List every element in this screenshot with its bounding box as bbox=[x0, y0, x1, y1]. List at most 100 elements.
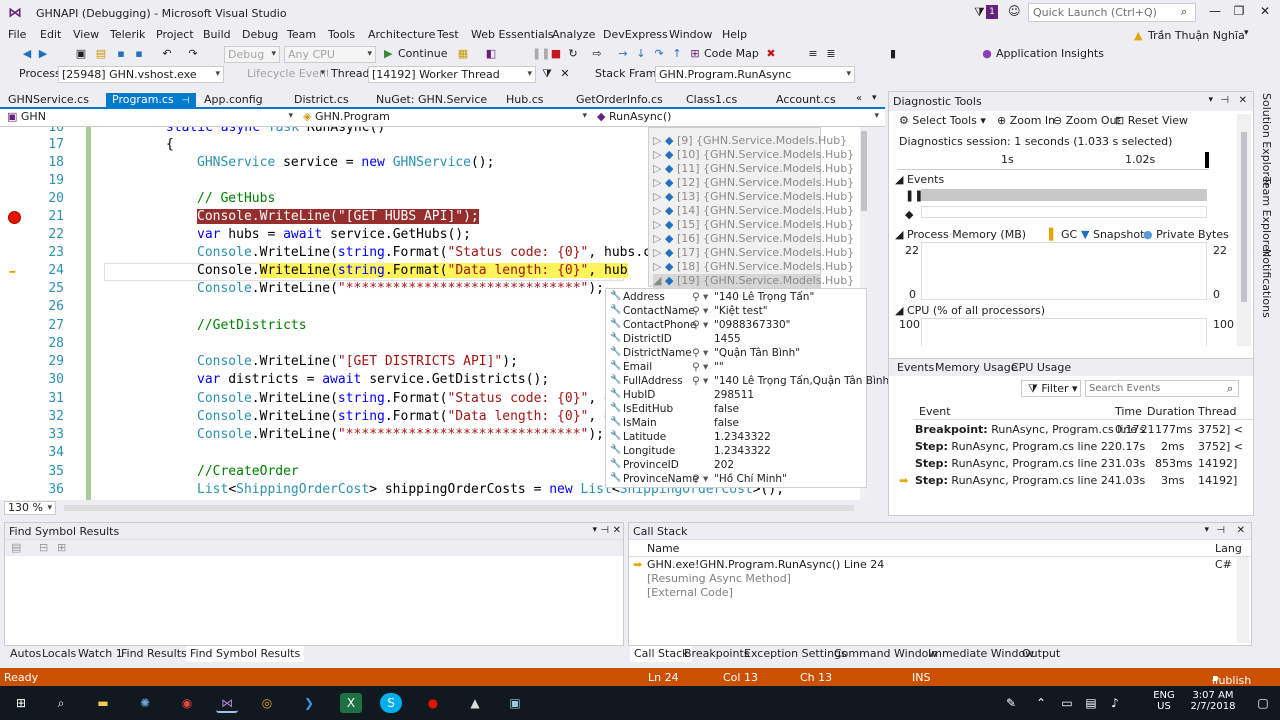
step-into-icon[interactable]: ↓ bbox=[634, 46, 648, 62]
datatip-row[interactable]: ▷ ◆ [9] {GHN.Service.Models.Hub} bbox=[653, 134, 847, 148]
tab-dropdown-icon[interactable]: ▾ bbox=[872, 93, 877, 103]
tab-memory-usage[interactable]: Memory Usage bbox=[935, 361, 1018, 374]
column-event[interactable]: Event bbox=[919, 405, 951, 418]
back-icon[interactable]: ◀ bbox=[20, 46, 34, 62]
pin-icon[interactable]: ⊣ bbox=[182, 96, 190, 106]
breakpoint-icon[interactable]: ✖ bbox=[764, 46, 778, 62]
expand-all-icon[interactable]: ⊞ bbox=[57, 541, 66, 554]
property-row[interactable]: 🔧 DistrictName ⚲ ▾ "Quận Tân Bình" bbox=[606, 347, 866, 361]
save-all-icon[interactable]: ▪ bbox=[132, 46, 146, 62]
record-icon[interactable]: ● bbox=[422, 693, 444, 713]
property-row[interactable]: 🔧 ProvinceID 202 bbox=[606, 459, 866, 473]
magnifier-icon[interactable]: ⚲ ▾ bbox=[692, 319, 708, 331]
cpu-section-header[interactable]: ◢ CPU (% of all processors) bbox=[895, 304, 1045, 317]
table-row[interactable]: ➡ Step: RunAsync, Program.cs line 24 1.0… bbox=[889, 473, 1253, 489]
app-icon[interactable]: ▣ bbox=[504, 693, 526, 713]
datatip-row[interactable]: ▷ ◆ [12] {GHN.Service.Models.Hub} bbox=[653, 176, 854, 190]
volume-icon[interactable]: ♪ bbox=[1104, 693, 1126, 713]
filter-icon[interactable]: ⧩ bbox=[540, 66, 554, 82]
stop-icon[interactable]: ■ bbox=[549, 46, 563, 62]
property-row[interactable]: 🔧 Latitude 1.2343322 bbox=[606, 431, 866, 445]
tab-district-cs[interactable]: District.cs bbox=[288, 93, 370, 109]
action-center-icon[interactable]: ▢ bbox=[1252, 693, 1274, 713]
excel-icon[interactable]: X bbox=[340, 693, 362, 713]
platform-select[interactable]: Any CPU bbox=[284, 46, 376, 63]
property-row[interactable]: 🔧 IsEditHub false bbox=[606, 403, 866, 417]
tab-team-explorer[interactable]: Team Explorer bbox=[1260, 177, 1273, 255]
pin-icon[interactable]: ⊣ bbox=[600, 525, 609, 536]
vscode-icon[interactable]: ❯ bbox=[298, 693, 320, 713]
new-project-icon[interactable]: ▣ bbox=[74, 46, 88, 62]
magnifier-icon[interactable]: ⚲ ▾ bbox=[692, 291, 708, 303]
chevron-down-icon[interactable]: ▾ bbox=[1208, 95, 1213, 105]
menu-devexpress[interactable]: DevExpress bbox=[603, 28, 668, 41]
memory-graph[interactable] bbox=[921, 242, 1207, 300]
redo-icon[interactable]: ↷ bbox=[186, 46, 200, 62]
property-row[interactable]: 🔧 ContactPhone ⚲ ▾ "0988367330" bbox=[606, 319, 866, 333]
datatip-row[interactable]: ▷ ◆ [15] {GHN.Service.Models.Hub} bbox=[653, 218, 854, 232]
datatip-row[interactable]: ▷ ◆ [14] {GHN.Service.Models.Hub} bbox=[653, 204, 854, 218]
menu-project[interactable]: Project bbox=[156, 28, 194, 41]
list-view-icon[interactable]: ▤ bbox=[11, 541, 21, 554]
tab-solution-explorer[interactable]: Solution Explorer bbox=[1260, 93, 1273, 187]
open-file-icon[interactable]: ▤ bbox=[94, 46, 108, 62]
collapse-all-icon[interactable]: ⊟ bbox=[39, 541, 48, 554]
table-row[interactable]: Step: RunAsync, Program.cs line 22 0.17s… bbox=[889, 439, 1253, 455]
class-select[interactable]: ◈ GHN.Program bbox=[300, 109, 590, 126]
app-icon[interactable]: ✺ bbox=[134, 693, 156, 713]
bookmark-icon[interactable]: ▮ bbox=[886, 46, 900, 62]
datatip-hubs-list[interactable]: ▷ ◆ [9] {GHN.Service.Models.Hub} ▷ ◆ [10… bbox=[648, 127, 854, 288]
close-icon[interactable]: ✕ bbox=[1239, 95, 1247, 106]
pin-icon[interactable]: ⊣ bbox=[1220, 95, 1229, 106]
user-account[interactable]: Trần Thuận Nghĩa bbox=[1148, 29, 1245, 42]
select-tools-button[interactable]: ⚙ Select Tools ▾ bbox=[899, 114, 986, 127]
table-row[interactable]: Breakpoint: RunAsync, Program.cs line 21… bbox=[889, 422, 1253, 438]
tab-account-cs[interactable]: Account.cs bbox=[770, 93, 850, 109]
datatip-row[interactable]: ▷ ◆ [17] {GHN.Service.Models.Hub} bbox=[653, 246, 854, 260]
code-map-button[interactable]: Code Map bbox=[704, 46, 759, 62]
menu-file[interactable]: File bbox=[8, 28, 26, 41]
property-row[interactable]: 🔧 Email ⚲ ▾ "" bbox=[606, 361, 866, 375]
app-icon[interactable]: ◎ bbox=[256, 693, 278, 713]
windows-start-icon[interactable]: ⊞ bbox=[10, 693, 32, 713]
zoom-out-button[interactable]: ⊖ Zoom Out bbox=[1053, 114, 1121, 127]
menu-team[interactable]: Team bbox=[287, 28, 316, 41]
menu-tools[interactable]: Tools bbox=[328, 28, 355, 41]
magnifier-icon[interactable]: ⚲ ▾ bbox=[692, 305, 708, 317]
scrollbar-thumb[interactable] bbox=[1241, 132, 1247, 302]
property-row[interactable]: 🔧 IsMain false bbox=[606, 417, 866, 431]
column-duration[interactable]: Duration bbox=[1147, 405, 1195, 418]
skype-icon[interactable]: S bbox=[380, 693, 402, 713]
datatip-row-expanded[interactable]: ◢ ◆ [19] {GHN.Service.Models.Hub} bbox=[653, 274, 854, 288]
table-row[interactable]: [Resuming Async Method] bbox=[629, 572, 1229, 586]
language-indicator[interactable]: ENG US bbox=[1150, 690, 1178, 712]
menu-edit[interactable]: Edit bbox=[40, 28, 61, 41]
forward-icon[interactable]: ▶ bbox=[36, 46, 50, 62]
tab-class1-cs[interactable]: Class1.cs bbox=[680, 93, 770, 109]
filter-button[interactable]: ⧩ Filter ▾ bbox=[1021, 380, 1081, 397]
call-stack-scrollbar[interactable] bbox=[1237, 557, 1249, 643]
menu-analyze[interactable]: Analyze bbox=[552, 28, 595, 41]
menu-window[interactable]: Window bbox=[669, 28, 712, 41]
tab-cpu-usage[interactable]: CPU Usage bbox=[1011, 361, 1071, 374]
column-thread[interactable]: Thread bbox=[1198, 405, 1236, 418]
zoom-select[interactable]: 130 % bbox=[4, 501, 56, 515]
property-row[interactable]: 🔧 ContactName ⚲ ▾ "Kiệt test" bbox=[606, 305, 866, 319]
tab-events[interactable]: Events bbox=[897, 361, 934, 374]
menu-test[interactable]: Test bbox=[437, 28, 459, 41]
tab-overflow-icon[interactable]: « bbox=[856, 93, 862, 104]
pin-icon[interactable]: ⊣ bbox=[1216, 525, 1225, 536]
file-explorer-icon[interactable]: ▬ bbox=[92, 693, 114, 713]
menu-telerik[interactable]: Telerik bbox=[110, 28, 145, 41]
reset-view-button[interactable]: ⊡ Reset View bbox=[1115, 114, 1188, 127]
menu-build[interactable]: Build bbox=[203, 28, 231, 41]
magnifier-icon[interactable]: ⚲ ▾ bbox=[692, 347, 708, 359]
menu-architecture[interactable]: Architecture bbox=[368, 28, 435, 41]
search-events-input[interactable]: Search Events bbox=[1085, 380, 1239, 397]
datatip-row[interactable]: ▷ ◆ [16] {GHN.Service.Models.Hub} bbox=[653, 232, 854, 246]
tab-getorderinfo-cs[interactable]: GetOrderInfo.cs bbox=[570, 93, 678, 109]
restart-icon[interactable]: ↻ bbox=[566, 46, 580, 62]
folder-icon[interactable]: ▦ bbox=[456, 46, 470, 62]
scrollbar-thumb[interactable] bbox=[861, 131, 867, 211]
chevron-down-icon[interactable]: ▾ bbox=[592, 525, 597, 535]
